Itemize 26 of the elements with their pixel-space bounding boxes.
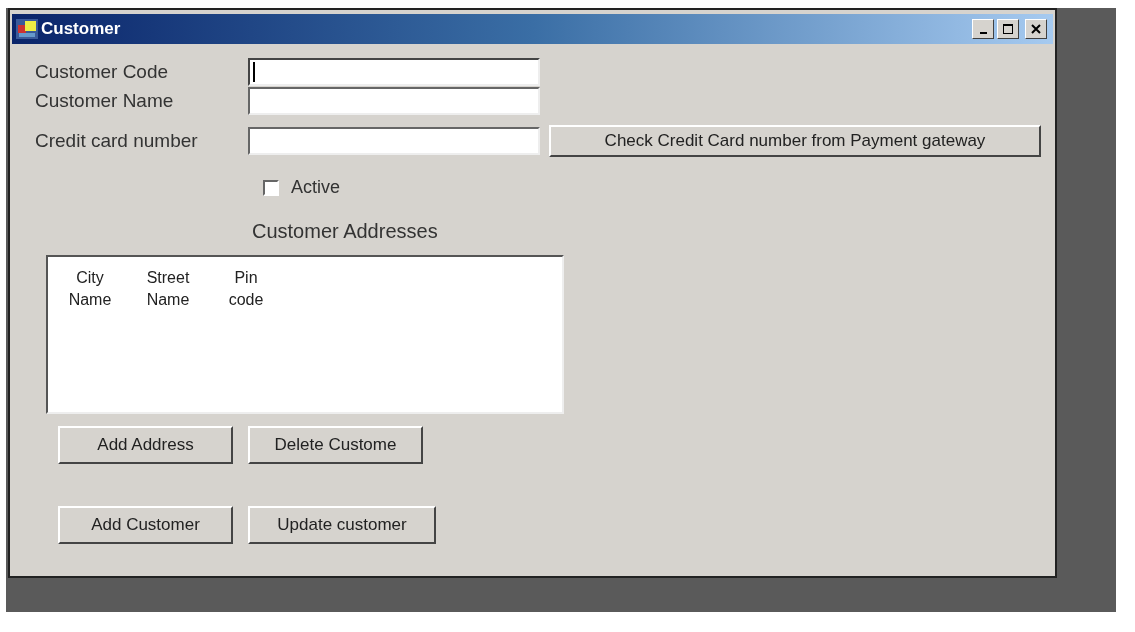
address-button[interactable]: Add Address [58, 426, 233, 464]
minimize-icon [979, 32, 987, 34]
input-field[interactable] [248, 58, 540, 86]
address-list[interactable]: City Name Street Name Pin code [46, 255, 564, 414]
column-header: Pin code [227, 268, 265, 310]
customer-button[interactable]: Update customer [248, 506, 436, 544]
field-label: Credit card number [35, 130, 199, 152]
close-icon [1031, 24, 1041, 34]
address-button[interactable]: Delete Custome [248, 426, 423, 464]
checkbox[interactable] [263, 179, 279, 196]
app-icon [16, 19, 38, 39]
checkbox-label: Active [291, 177, 341, 198]
customer-button[interactable]: Add Customer [58, 506, 233, 544]
input-field[interactable] [248, 87, 540, 115]
column-header: City Name [67, 268, 113, 310]
maximize-icon [1002, 23, 1014, 35]
field-label: Customer Name [35, 90, 175, 112]
window-title: Customer [41, 19, 122, 39]
minimize-button[interactable] [972, 19, 994, 39]
check-card-button[interactable]: Check Credit Card number from Payment gateway [549, 125, 1041, 157]
column-header: Street Name [145, 268, 191, 310]
field-label: Customer Code [35, 61, 170, 83]
maximize-button[interactable] [997, 19, 1019, 39]
close-button[interactable] [1025, 19, 1047, 39]
section-title: Customer Addresses [252, 220, 439, 243]
input-field[interactable] [248, 127, 540, 155]
